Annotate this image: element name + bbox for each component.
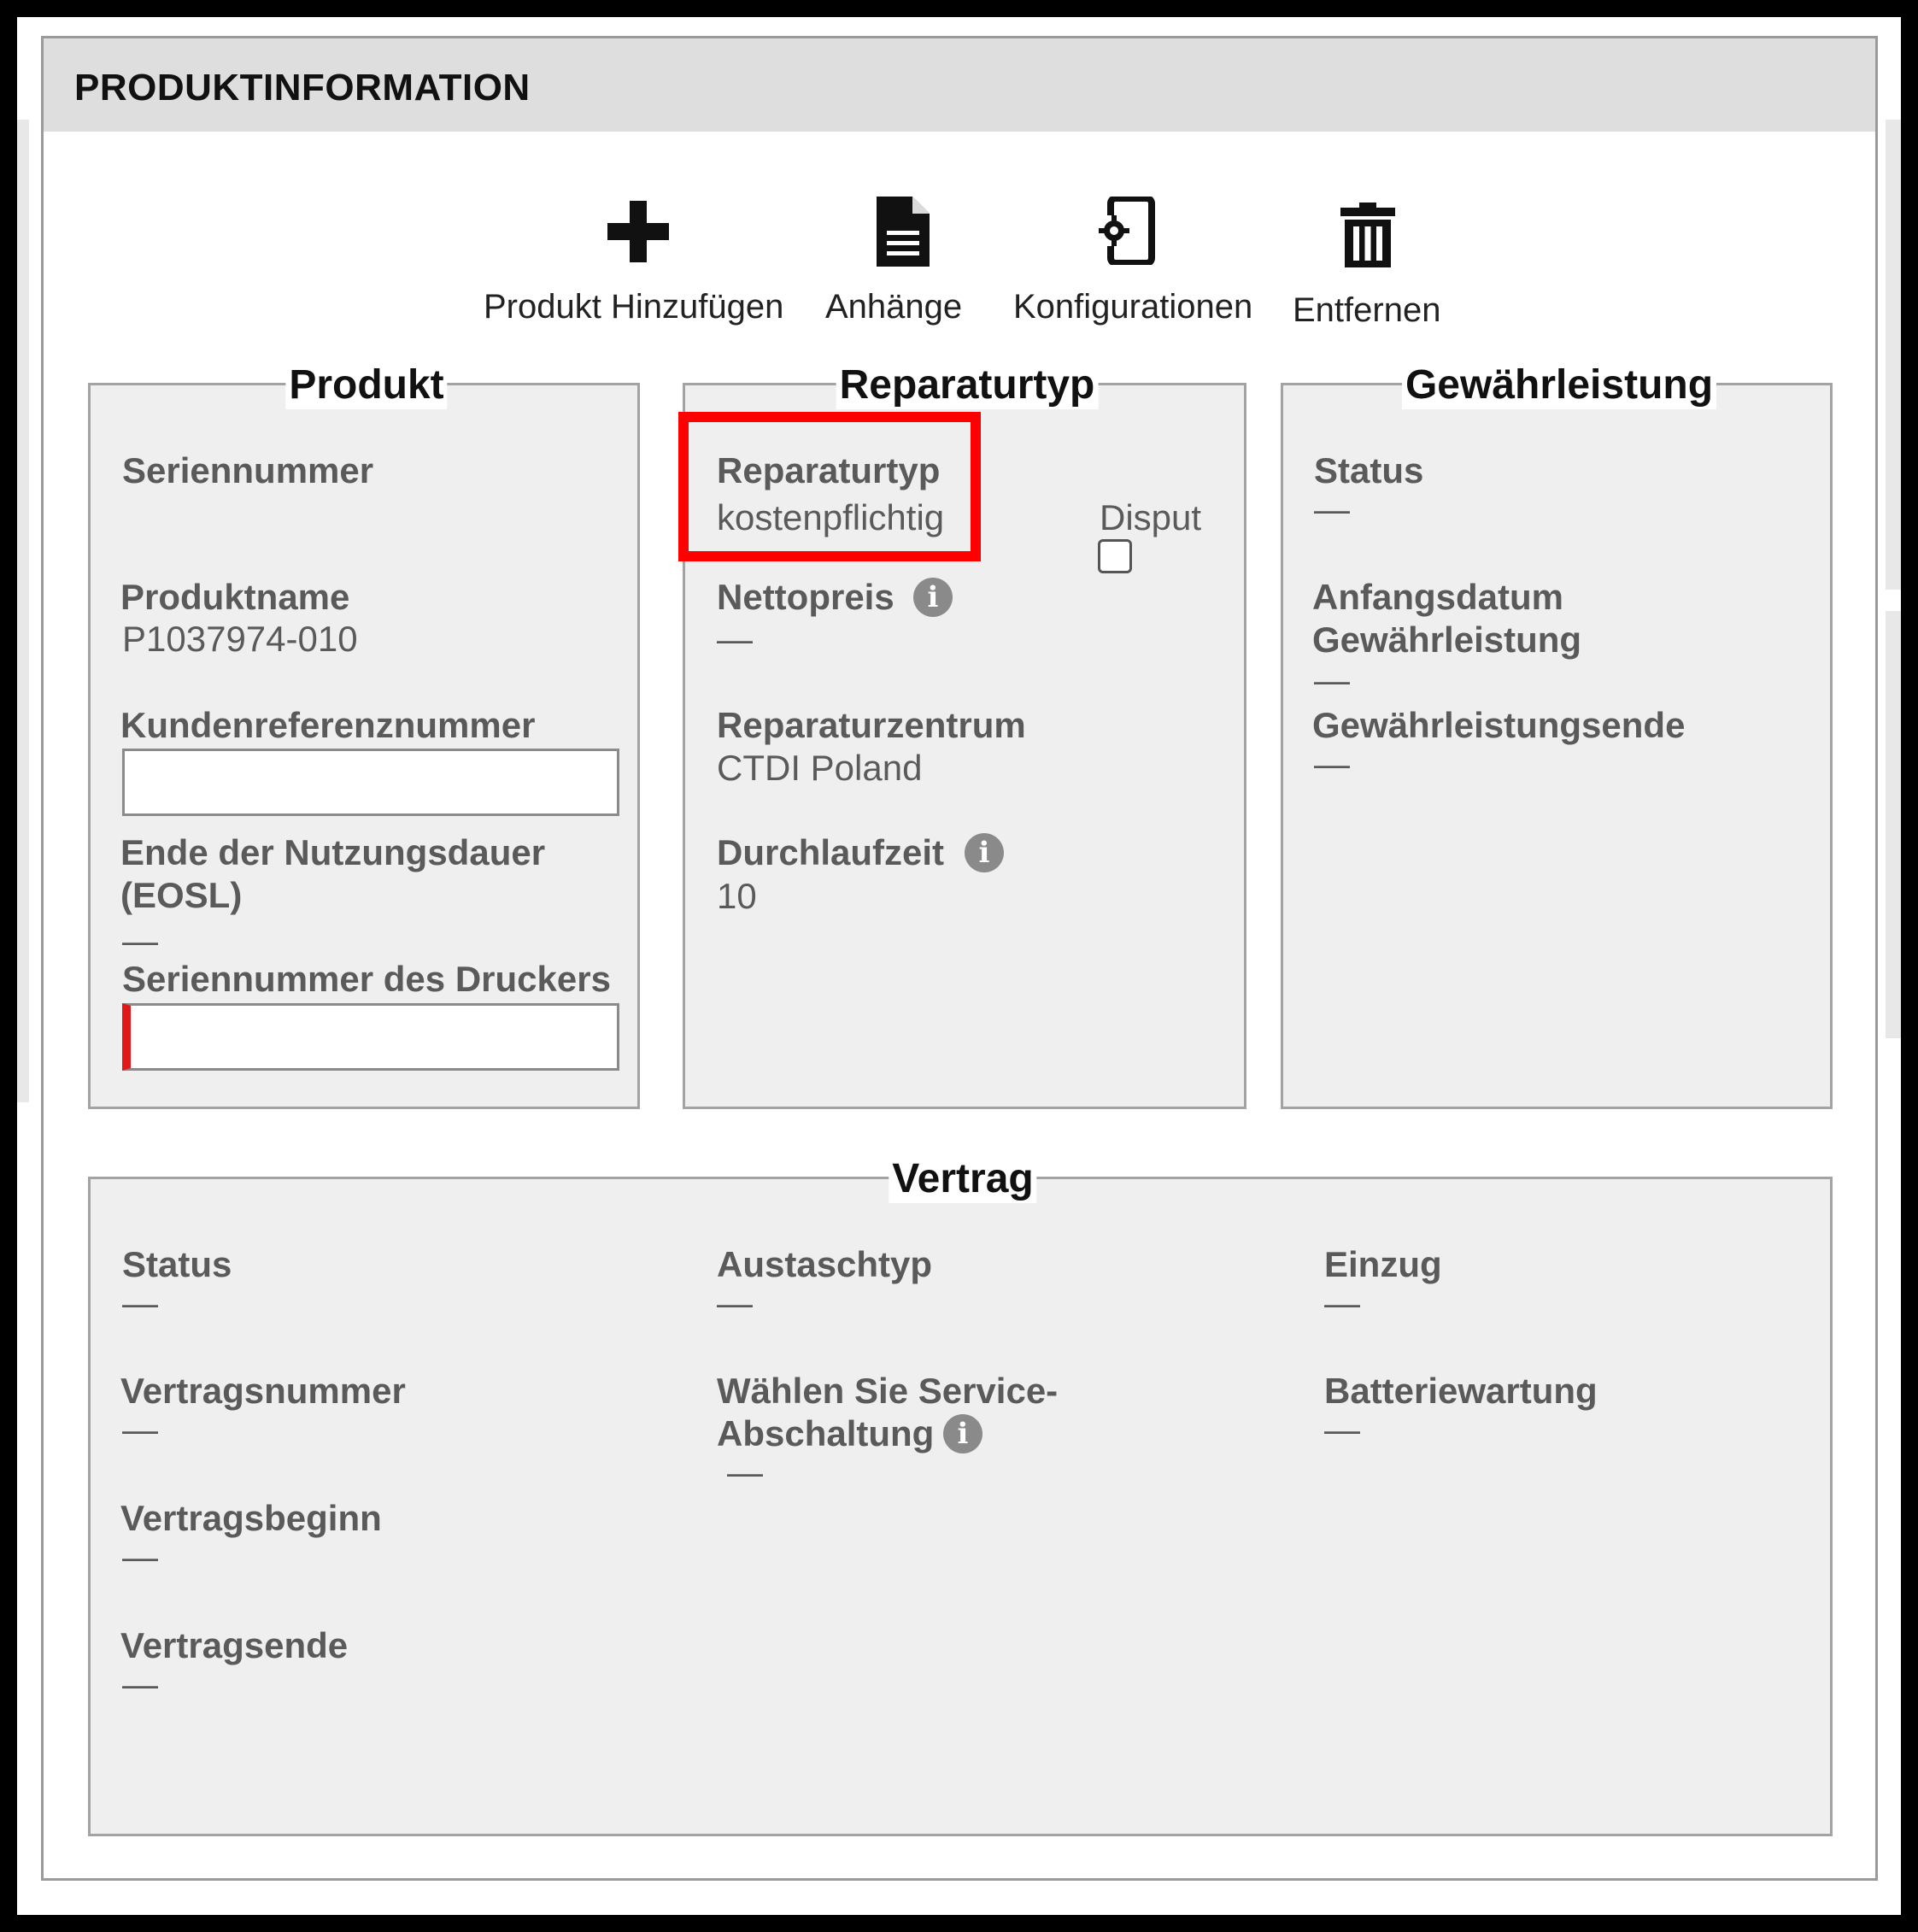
repair-type-section-legend: Reparaturtyp [836, 361, 1099, 409]
warranty-status-value: — [1314, 489, 1350, 529]
contract-section: Vertrag Status — Vertragsnummer — Vertra… [88, 1155, 1833, 1836]
dispute-label: Disput [1100, 497, 1202, 537]
product-name-label: Produktname [120, 577, 350, 617]
product-section-legend: Produkt [285, 361, 448, 409]
contract-end-label: Vertragsende [120, 1625, 349, 1665]
turnaround-label: Durchlaufzeit [717, 832, 945, 872]
exchange-type-label: Austaschtyp [717, 1244, 933, 1284]
contract-section-legend: Vertrag [889, 1155, 1037, 1203]
warranty-end-value: — [1314, 743, 1350, 784]
warranty-section-legend: Gewährleistung [1401, 361, 1717, 409]
plus-icon [607, 201, 669, 262]
warranty-end-label: Gewährleistungsende [1312, 705, 1686, 745]
customer-reference-input[interactable] [122, 749, 619, 816]
remove-button[interactable]: Entfernen [1291, 158, 1462, 338]
battery-maintenance-value: — [1324, 1409, 1360, 1449]
attachments-label: Anhänge [825, 288, 963, 326]
product-name-value: P1037974-010 [122, 619, 358, 659]
panel-header: PRODUKTINFORMATION [44, 38, 1875, 132]
printer-serial-label: Seriennummer des Druckers [122, 959, 611, 999]
dispute-checkbox[interactable] [1098, 539, 1132, 573]
remove-label: Entfernen [1293, 291, 1441, 329]
customer-reference-label: Kundenreferenznummer [120, 705, 536, 745]
repair-type-section: Reparaturtyp Reparaturtyp kostenpflichti… [683, 361, 1246, 1109]
warranty-start-value: — [1314, 660, 1350, 700]
eosl-label-line1: Ende der Nutzungsdauer [120, 832, 546, 872]
serial-number-label: Seriennummer [122, 450, 374, 490]
contract-number-value: — [122, 1409, 158, 1449]
background-left-edge [17, 120, 29, 1102]
product-information-panel: PRODUKTINFORMATION Produkt Hinzufügen An… [41, 36, 1878, 1881]
add-product-label: Produkt Hinzufügen [484, 288, 784, 326]
repair-type-value: kostenpflichtig [717, 497, 945, 537]
warranty-start-label-line1: Anfangsdatum [1312, 577, 1563, 617]
contract-status-value: — [122, 1283, 158, 1323]
collection-value: — [1324, 1283, 1360, 1323]
eosl-label-line2: (EOSL) [120, 875, 243, 915]
attachments-button[interactable]: Anhänge [825, 158, 979, 338]
net-price-info-icon[interactable]: i [913, 578, 953, 617]
eosl-value: — [122, 920, 158, 960]
product-section: Produkt Seriennummer Produktname P103797… [88, 361, 640, 1109]
service-shutdown-value: — [727, 1452, 763, 1492]
repair-center-label: Reparaturzentrum [717, 705, 1026, 745]
background-right-tab-1 [1886, 120, 1901, 590]
device-gear-icon [1099, 197, 1155, 265]
collection-label: Einzug [1324, 1244, 1442, 1284]
net-price-value: — [717, 619, 753, 659]
document-icon [877, 197, 930, 267]
warranty-status-label: Status [1314, 450, 1424, 490]
panel-title: PRODUKTINFORMATION [74, 67, 531, 109]
contract-begin-label: Vertragsbeginn [120, 1498, 382, 1538]
repair-center-value: CTDI Poland [717, 748, 923, 788]
service-shutdown-label-line1: Wählen Sie Service- [717, 1371, 1059, 1411]
background-right-tab-2 [1886, 611, 1901, 1038]
warranty-start-label-line2: Gewährleistung [1312, 620, 1582, 660]
add-product-button[interactable]: Produkt Hinzufügen [484, 158, 791, 338]
trash-icon [1340, 203, 1395, 267]
printer-serial-input[interactable] [122, 1003, 619, 1071]
configurations-label: Konfigurationen [1013, 288, 1253, 326]
warranty-section: Gewährleistung Status — Anfangsdatum Gew… [1281, 361, 1833, 1109]
turnaround-info-icon[interactable]: i [965, 833, 1004, 872]
battery-maintenance-label: Batteriewartung [1324, 1371, 1598, 1411]
contract-end-value: — [122, 1664, 158, 1704]
contract-begin-value: — [122, 1536, 158, 1577]
service-shutdown-info-icon[interactable]: i [943, 1414, 982, 1453]
configurations-button[interactable]: Konfigurationen [1013, 158, 1270, 338]
service-shutdown-label-line2: Abschaltung [717, 1413, 935, 1453]
net-price-label: Nettopreis [717, 577, 894, 617]
contract-number-label: Vertragsnummer [120, 1371, 406, 1411]
repair-type-label: Reparaturtyp [717, 450, 941, 490]
turnaround-value: 10 [717, 876, 757, 916]
exchange-type-value: — [717, 1283, 753, 1323]
contract-status-label: Status [122, 1244, 232, 1284]
